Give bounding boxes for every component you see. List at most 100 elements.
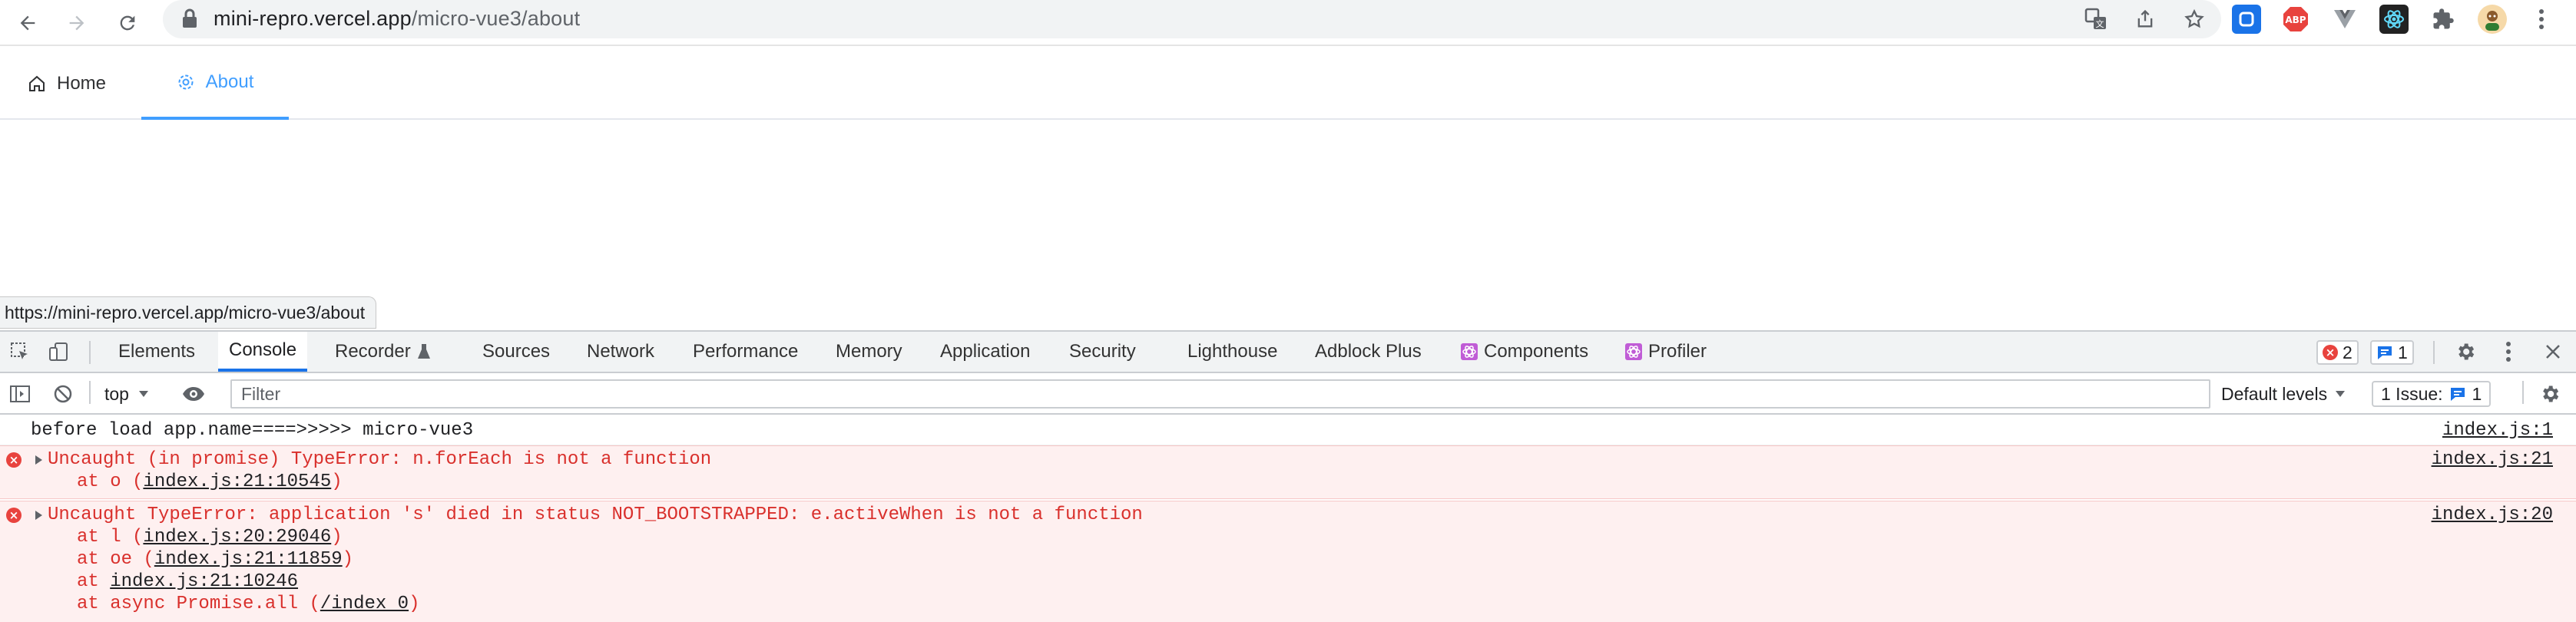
console-log-message: before load app.name====>>>>> micro-vue3… bbox=[0, 416, 2576, 445]
console-messages: before load app.name====>>>>> micro-vue3… bbox=[0, 416, 2576, 622]
issues-button[interactable]: 1 Issue: 1 bbox=[2372, 381, 2492, 407]
react-atom-icon bbox=[1625, 343, 1642, 360]
console-filter[interactable] bbox=[230, 379, 2210, 409]
issues-count: 1 bbox=[2472, 383, 2482, 404]
error-source-link[interactable]: index.js:20 bbox=[2432, 504, 2553, 526]
reload-button[interactable] bbox=[109, 5, 146, 41]
tab-console[interactable]: Console bbox=[218, 332, 308, 372]
status-bar-url: https://mini-repro.vercel.app/micro-vue3… bbox=[0, 296, 377, 329]
extension-blue-icon[interactable] bbox=[2232, 5, 2261, 34]
nav-item-home[interactable]: Home bbox=[28, 48, 106, 120]
expand-triangle-icon[interactable] bbox=[35, 455, 42, 465]
tab-security[interactable]: Security bbox=[1069, 332, 1136, 372]
issues-label: 1 Issue: bbox=[2381, 383, 2443, 404]
context-selector[interactable]: top bbox=[104, 381, 149, 407]
error-count-badge[interactable]: × 2 bbox=[2316, 340, 2359, 365]
vue-devtools-icon[interactable] bbox=[2330, 5, 2359, 34]
context-selector-value: top bbox=[104, 383, 129, 404]
dropdown-arrow-icon bbox=[2336, 391, 2346, 397]
stack-frame-suffix: ) bbox=[342, 549, 354, 570]
tab-components-label: Components bbox=[1484, 341, 1589, 362]
message-icon bbox=[2450, 388, 2465, 401]
tab-sources[interactable]: Sources bbox=[482, 332, 550, 372]
tab-components[interactable]: Components bbox=[1461, 332, 1588, 372]
stack-frame-link[interactable]: index.js:21:10246 bbox=[110, 571, 298, 592]
stack-frame-link[interactable]: index.js:21:11859 bbox=[154, 549, 343, 570]
tab-lighthouse[interactable]: Lighthouse bbox=[1187, 332, 1277, 372]
tab-performance[interactable]: Performance bbox=[693, 332, 798, 372]
stack-frame: at async Promise.all (/index 0) bbox=[77, 593, 419, 615]
stack-frame-link[interactable]: index.js:21:10545 bbox=[143, 471, 331, 492]
browser-menu-icon[interactable] bbox=[2527, 5, 2556, 34]
nav-item-home-label: Home bbox=[57, 73, 107, 94]
stack-frame-suffix: ) bbox=[331, 527, 343, 548]
devtools-close-icon[interactable] bbox=[2541, 340, 2565, 363]
devtools-settings-icon[interactable] bbox=[2453, 340, 2478, 363]
console-toolbar: top Default levels 1 Issue: 1 bbox=[0, 373, 2576, 415]
react-atom-icon bbox=[1461, 343, 1478, 360]
tab-network[interactable]: Network bbox=[587, 332, 654, 372]
tab-separator bbox=[89, 341, 91, 364]
tab-profiler[interactable]: Profiler bbox=[1625, 332, 1707, 372]
translate-icon[interactable]: 文 bbox=[2083, 6, 2109, 32]
tab-elements[interactable]: Elements bbox=[118, 332, 195, 372]
filter-input[interactable] bbox=[232, 381, 2209, 407]
browser-toolbar: mini-repro.vercel.app/micro-vue3/about 文… bbox=[0, 0, 2576, 46]
tab-adblock-plus[interactable]: Adblock Plus bbox=[1315, 332, 1422, 372]
dropdown-arrow-icon bbox=[138, 391, 148, 397]
error-count: 2 bbox=[2343, 342, 2353, 362]
devtools-tab-bar: Elements Console Recorder Sources Networ… bbox=[0, 332, 2576, 373]
stack-frame: at index.js:21:10246 bbox=[77, 571, 298, 593]
toolbar-separator bbox=[2522, 381, 2524, 404]
error-icon: × bbox=[2323, 345, 2338, 360]
error-text: Uncaught (in promise) TypeError: n.forEa… bbox=[48, 449, 712, 470]
sidebar-toggle-icon[interactable] bbox=[8, 382, 32, 405]
tab-separator bbox=[2433, 341, 2435, 364]
log-levels-dropdown[interactable]: Default levels bbox=[2221, 381, 2346, 407]
tab-recorder[interactable]: Recorder bbox=[335, 332, 431, 372]
console-error-message: × Uncaught TypeError: application 's' di… bbox=[0, 501, 2576, 622]
react-devtools-icon[interactable] bbox=[2379, 5, 2409, 34]
forward-button[interactable] bbox=[58, 5, 95, 41]
inspect-element-icon[interactable] bbox=[8, 340, 32, 363]
profile-avatar[interactable] bbox=[2478, 5, 2507, 34]
tab-memory[interactable]: Memory bbox=[836, 332, 902, 372]
adblock-plus-icon[interactable]: ABP bbox=[2281, 5, 2310, 34]
stack-frame-prefix: at l ( bbox=[77, 527, 144, 548]
message-count-badge[interactable]: 1 bbox=[2370, 340, 2414, 365]
stack-frame-prefix: at async Promise.all ( bbox=[77, 594, 320, 614]
console-settings-icon[interactable] bbox=[2538, 382, 2562, 405]
log-source-link[interactable]: index.js:1 bbox=[2442, 419, 2553, 442]
tab-application[interactable]: Application bbox=[940, 332, 1030, 372]
extensions-puzzle-icon[interactable] bbox=[2429, 5, 2458, 34]
bookmark-star-icon[interactable] bbox=[2181, 6, 2207, 32]
stack-frame-link[interactable]: /index 0 bbox=[320, 594, 409, 614]
error-icon: × bbox=[6, 452, 22, 468]
stack-frame-link[interactable]: index.js:20:29046 bbox=[143, 527, 331, 548]
error-source-link[interactable]: index.js:21 bbox=[2432, 448, 2553, 471]
reload-icon bbox=[120, 15, 135, 31]
error-icon: × bbox=[6, 508, 22, 523]
live-expression-eye-icon[interactable] bbox=[181, 382, 206, 405]
stack-frame-suffix: ) bbox=[331, 471, 343, 492]
svg-text:ABP: ABP bbox=[2285, 15, 2306, 25]
log-levels-label: Default levels bbox=[2221, 383, 2328, 404]
devtools-menu-icon[interactable] bbox=[2496, 340, 2521, 363]
nav-item-about-label: About bbox=[205, 71, 254, 92]
lock-icon bbox=[183, 8, 197, 28]
gear-icon bbox=[178, 74, 194, 90]
stack-frame: at l (index.js:20:29046) bbox=[77, 526, 343, 548]
expand-triangle-icon[interactable] bbox=[35, 511, 42, 520]
back-button[interactable] bbox=[9, 5, 46, 41]
clear-console-icon[interactable] bbox=[51, 382, 75, 405]
tab-recorder-label: Recorder bbox=[335, 341, 411, 362]
share-icon[interactable] bbox=[2132, 6, 2158, 32]
address-bar[interactable]: mini-repro.vercel.app/micro-vue3/about 文 bbox=[163, 0, 2221, 38]
svg-text:文: 文 bbox=[2096, 18, 2104, 29]
error-text: Uncaught TypeError: application 's' died… bbox=[48, 505, 1143, 525]
console-error-message: × Uncaught (in promise) TypeError: n.for… bbox=[0, 445, 2576, 499]
stack-frame-prefix: at o ( bbox=[77, 471, 144, 492]
device-toggle-icon[interactable] bbox=[46, 340, 71, 363]
nav-item-about[interactable]: About bbox=[141, 48, 289, 120]
back-arrow-icon bbox=[20, 15, 35, 31]
